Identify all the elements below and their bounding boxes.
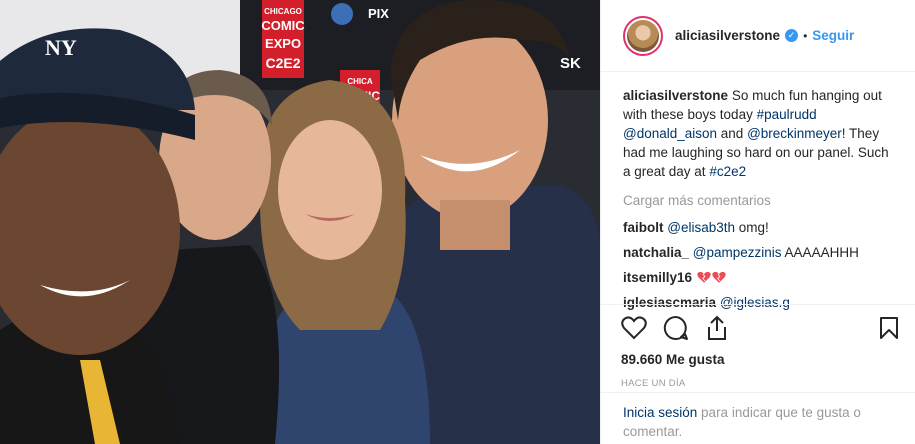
login-link[interactable]: Inicia sesión — [623, 405, 697, 420]
likes-count[interactable]: 89.660 Me gusta — [621, 352, 899, 367]
caption: aliciasilverstone So much fun hanging ou… — [623, 86, 893, 181]
avatar[interactable] — [623, 15, 663, 56]
comment-item: natchalia_ @pampezzinis AAAAAHHH — [623, 243, 893, 262]
hashtag-link[interactable]: #paulrudd — [757, 107, 817, 122]
backdrop-text: SK — [560, 55, 581, 72]
mention-link[interactable]: @breckinmeyer — [747, 126, 842, 141]
caption-text: and — [717, 126, 748, 141]
hashtag-link[interactable]: #c2e2 — [709, 164, 746, 179]
backdrop-text: CHICA — [347, 77, 373, 86]
comment-item: faibolt @elisab3th omg! — [623, 218, 893, 237]
heart-emoji-icon — [697, 271, 711, 283]
backdrop-text: CHICAGO — [264, 7, 302, 16]
heart-icon[interactable] — [621, 316, 647, 340]
separator-dot: • — [803, 28, 808, 43]
heart-emoji-icon — [712, 271, 726, 283]
selfie-image: CHICAGO COMIC EXPO C2E2 CHICA COMIC PIX … — [0, 0, 600, 444]
backdrop-text: EXPO — [265, 36, 301, 51]
bookmark-icon[interactable] — [879, 316, 899, 340]
comment-icon[interactable] — [663, 315, 689, 341]
instagram-post: CHICAGO COMIC EXPO C2E2 CHICA COMIC PIX … — [0, 0, 915, 444]
caption-username[interactable]: aliciasilverstone — [623, 88, 728, 103]
post-timestamp: HACE UN DÍA — [621, 378, 686, 389]
action-bar: 89.660 Me gusta HACE UN DÍA — [601, 304, 915, 389]
verified-badge-icon: ✓ — [785, 29, 799, 42]
comment-username[interactable]: faibolt — [623, 220, 664, 235]
post-header: aliciasilverstone ✓ • Seguir — [601, 0, 915, 72]
mention-link[interactable]: @elisab3th — [667, 220, 735, 235]
backdrop-text: COMIC — [261, 18, 305, 33]
login-prompt: Inicia sesión para indicar que te gusta … — [601, 392, 915, 441]
svg-text:NY: NY — [45, 35, 77, 60]
load-more-comments-button[interactable]: Cargar más comentarios — [623, 191, 893, 210]
comment-text: omg! — [735, 220, 769, 235]
username[interactable]: aliciasilverstone — [675, 28, 780, 43]
comment-username[interactable]: natchalia_ — [623, 245, 689, 260]
mention-link[interactable]: @donald_aison — [623, 126, 717, 141]
post-photo[interactable]: CHICAGO COMIC EXPO C2E2 CHICA COMIC PIX … — [0, 0, 600, 444]
comment-item: itsemilly16 — [623, 268, 893, 287]
backdrop-text: PIX — [368, 6, 389, 21]
comments-section: aliciasilverstone So much fun hanging ou… — [601, 72, 915, 310]
follow-button[interactable]: Seguir — [812, 28, 854, 43]
comment-text: AAAAAHHH — [781, 245, 859, 260]
post-sidebar: aliciasilverstone ✓ • Seguir aliciasilve… — [600, 0, 915, 444]
mention-link[interactable]: @pampezzinis — [693, 245, 782, 260]
share-icon[interactable] — [705, 315, 729, 341]
backdrop-text: C2E2 — [265, 55, 300, 71]
comment-username[interactable]: itsemilly16 — [623, 270, 692, 285]
